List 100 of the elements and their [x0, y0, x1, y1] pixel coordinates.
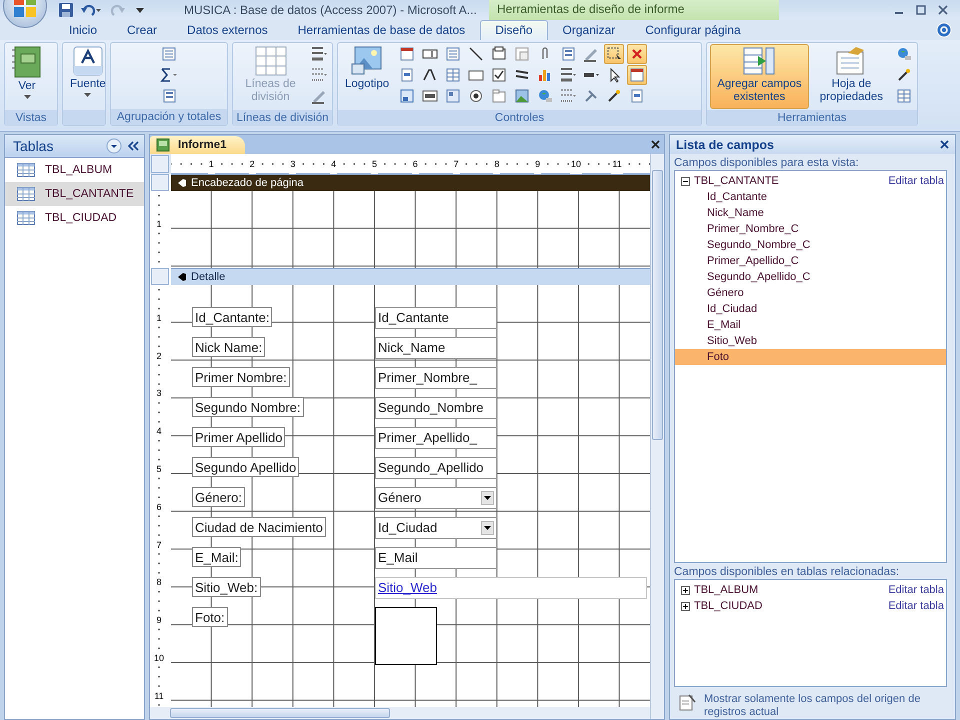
ribbon-tab[interactable]: Datos externos	[172, 20, 283, 40]
add-fields-button[interactable]: Agregar campos existentes	[710, 44, 809, 109]
field-label[interactable]: Segundo Nombre:	[192, 397, 304, 417]
edit-table-link[interactable]: Editar tabla	[888, 600, 944, 612]
maximize-icon[interactable]	[916, 5, 926, 15]
field-item[interactable]: Id_Cantante	[675, 189, 946, 205]
field-label[interactable]: Primer Nombre:	[192, 367, 290, 387]
text-box[interactable]: E_Mail	[375, 547, 497, 569]
document-tab[interactable]: Informe1	[150, 136, 245, 154]
field-item[interactable]: Segundo_Nombre_C	[675, 237, 946, 253]
globe-icon	[896, 46, 912, 62]
text-box[interactable]: Segundo_Nombre	[375, 397, 497, 419]
field-label[interactable]: Sitio_Web:	[192, 577, 261, 597]
combo-box[interactable]: Id_Ciudad	[375, 517, 497, 539]
group-label: Vistas	[5, 110, 57, 126]
close-icon[interactable]	[938, 5, 948, 15]
table-name[interactable]: TBL_CIUDAD	[694, 600, 884, 612]
text-box[interactable]: Id_Cantante	[375, 307, 497, 329]
text-box[interactable]: Primer_Nombre_	[375, 367, 497, 389]
tab-page-icon	[491, 88, 508, 104]
table-item[interactable]: TBL_CIUDAD	[5, 206, 144, 230]
field-label[interactable]: Segundo Apellido	[192, 457, 300, 477]
table-icon	[896, 88, 912, 104]
ribbon-tab[interactable]: Configurar página	[630, 20, 756, 40]
list-icon	[161, 46, 177, 62]
horizontal-scrollbar[interactable]	[150, 707, 650, 719]
field-item[interactable]: Nick_Name	[675, 205, 946, 221]
show-fields-link[interactable]: Mostrar solamente los campos del origen de registros actual	[704, 693, 949, 719]
expand-icon[interactable]	[681, 602, 690, 610]
section-label: Campos disponibles para esta vista:	[673, 156, 860, 170]
field-label[interactable]: Id_Cantante:	[192, 307, 272, 327]
field-item[interactable]: Género	[675, 285, 946, 301]
ribbon-tab[interactable]: Organizar	[548, 20, 630, 40]
text-box[interactable]: Primer_Apellido_	[375, 427, 497, 449]
field-item[interactable]: E_Mail	[675, 317, 946, 333]
ruler-number: 5	[156, 464, 162, 474]
field-item[interactable]: Primer_Nombre_C	[675, 221, 946, 237]
ruler-number: 4	[156, 426, 162, 436]
ribbon-tab[interactable]: Diseño	[480, 20, 548, 40]
table-item[interactable]: TBL_ALBUM	[5, 158, 144, 182]
edit-table-link[interactable]: Editar tabla	[888, 175, 944, 187]
help-icon[interactable]	[936, 22, 952, 38]
section-bar[interactable]: Detalle	[171, 268, 650, 285]
selection-tool[interactable]	[604, 44, 624, 64]
undo-icon[interactable]	[80, 2, 102, 18]
window-icon	[629, 67, 646, 83]
view-button[interactable]: Ver	[8, 44, 46, 109]
logo-button[interactable]: Logotipo	[341, 44, 394, 109]
image-frame[interactable]	[375, 607, 437, 665]
page-icon	[399, 67, 416, 83]
table-name[interactable]: TBL_CANTANTE	[694, 175, 884, 187]
field-item[interactable]: Segundo_Apellido_C	[675, 269, 946, 285]
edit-table-link[interactable]: Editar tabla	[888, 584, 944, 596]
field-label[interactable]: Foto:	[192, 607, 228, 627]
field-label[interactable]: Nick Name:	[192, 337, 266, 357]
ribbon-tab[interactable]: Herramientas de base de datos	[282, 20, 480, 40]
field-item[interactable]: Sitio_Web	[675, 333, 946, 349]
field-label[interactable]: Ciudad de Nacimiento	[192, 517, 326, 537]
ruler-number: 7	[156, 540, 162, 550]
collapse-icon[interactable]	[681, 176, 690, 186]
field-label[interactable]: E_Mail:	[192, 547, 242, 567]
collapse-pane-icon[interactable]	[126, 140, 140, 152]
delete-tool[interactable]	[627, 44, 648, 64]
font-button[interactable]: Fuente	[66, 44, 110, 109]
ruler-number: 3	[156, 388, 162, 398]
table-item[interactable]: TBL_CANTANTE	[5, 182, 144, 206]
table-name[interactable]: TBL_ALBUM	[694, 584, 884, 596]
field-item[interactable]: Id_Ciudad	[675, 301, 946, 317]
field-label[interactable]: Género:	[192, 487, 245, 507]
sum-icon[interactable]	[159, 67, 179, 83]
window-icon	[399, 46, 416, 62]
picture-icon	[351, 46, 384, 76]
combo-box[interactable]: Género	[375, 487, 497, 509]
field-item[interactable]: Foto	[675, 349, 946, 365]
close-icon[interactable]	[651, 140, 660, 149]
text-box[interactable]: Nick_Name	[375, 337, 497, 359]
expand-icon[interactable]	[681, 586, 690, 594]
field-item[interactable]: Primer_Apellido_C	[675, 253, 946, 269]
book-icon	[12, 46, 42, 78]
window-tool[interactable]	[627, 65, 648, 85]
property-sheet-button[interactable]: Hoja de propiedades	[812, 44, 890, 109]
hyperlink-field[interactable]: Sitio_Web	[375, 577, 647, 599]
section-arrow-icon	[177, 178, 187, 188]
vertical-scrollbar[interactable]	[650, 154, 664, 719]
font-icon	[72, 46, 103, 76]
dropdown-icon[interactable]	[106, 138, 122, 154]
section-bar[interactable]: Encabezado de página	[171, 174, 650, 191]
ribbon-tab[interactable]: Crear	[112, 20, 172, 40]
caret-icon[interactable]	[136, 8, 144, 12]
save-icon[interactable]	[58, 2, 74, 18]
wand-icon	[606, 88, 622, 104]
picture-icon	[514, 88, 530, 104]
ruler-number: 10	[154, 652, 164, 663]
section-arrow-icon	[177, 272, 187, 282]
field-label[interactable]: Primer Apellido	[192, 427, 286, 447]
ribbon-tab[interactable]: Inicio	[54, 20, 112, 40]
close-icon[interactable]	[940, 140, 949, 149]
text-box[interactable]: Segundo_Apellido	[375, 457, 497, 479]
pen-icon	[583, 46, 600, 62]
line-icon	[468, 46, 484, 62]
